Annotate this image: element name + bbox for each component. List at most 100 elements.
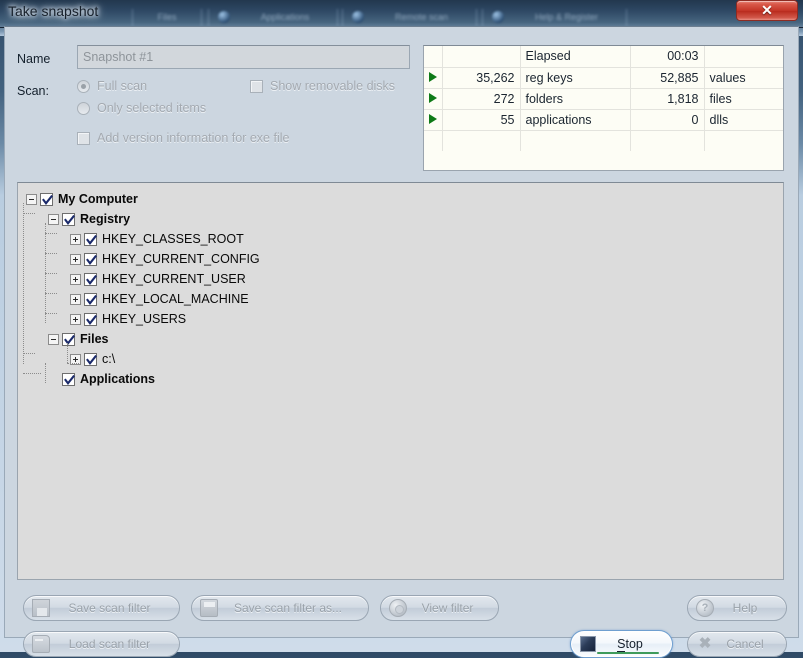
- expand-toggle-icon[interactable]: [70, 313, 81, 325]
- collapse-toggle-icon[interactable]: [48, 333, 59, 345]
- tree-item-checkbox[interactable]: [40, 192, 53, 206]
- expand-toggle-icon[interactable]: [70, 273, 81, 285]
- tree-item[interactable]: Registry: [26, 209, 783, 229]
- checkmark-icon: [86, 314, 97, 325]
- camera-icon: [389, 599, 407, 617]
- expand-toggle-icon[interactable]: [70, 253, 81, 265]
- tree-item-label: HKEY_CLASSES_ROOT: [102, 232, 244, 246]
- tree-item[interactable]: HKEY_LOCAL_MACHINE: [26, 289, 783, 309]
- tree-item-label: Files: [80, 332, 109, 346]
- floppy-disk-icon: [32, 599, 50, 617]
- statistics-row: Elapsed 00:03: [424, 46, 783, 68]
- expand-toggle-icon[interactable]: [70, 233, 81, 245]
- tree-item[interactable]: HKEY_CURRENT_USER: [26, 269, 783, 289]
- snapshot-name-input[interactable]: [77, 45, 410, 69]
- radio-full-scan[interactable]: Full scan: [77, 79, 147, 93]
- load-scan-filter-button[interactable]: Load scan filter: [23, 631, 180, 657]
- tree-item-checkbox[interactable]: [84, 272, 97, 286]
- tree-item-checkbox[interactable]: [62, 212, 75, 226]
- tree-item-label: HKEY_USERS: [102, 312, 187, 326]
- expand-toggle-icon[interactable]: [70, 293, 81, 305]
- cancel-label: Cancel: [726, 637, 764, 651]
- tree-item-checkbox[interactable]: [84, 252, 97, 266]
- row-label-1: applications: [520, 109, 631, 131]
- statistics-row: 272 folders 1,818 files: [424, 88, 783, 110]
- row-value-2: 0: [630, 109, 705, 131]
- collapse-toggle-icon[interactable]: [26, 193, 37, 205]
- checkbox-add-version-indicator: [77, 131, 90, 145]
- tree-item-checkbox[interactable]: [84, 352, 97, 366]
- radio-only-selected-label: Only selected items: [97, 101, 207, 115]
- tree-item-checkbox[interactable]: [62, 372, 75, 386]
- play-arrow-icon: [428, 71, 437, 82]
- question-mark-icon: ?: [696, 599, 714, 617]
- tree-item[interactable]: c:\: [26, 349, 783, 369]
- stop-button-text: Stop: [617, 637, 643, 652]
- folder-open-icon: [32, 635, 50, 653]
- row-arrow-cell: [424, 109, 443, 131]
- take-snapshot-dialog: Take snapshot ✕ Name Scan: Full scan Onl…: [0, 0, 803, 658]
- load-scan-filter-label: Load scan filter: [68, 637, 151, 651]
- view-filter-label: View filter: [421, 601, 474, 615]
- close-icon: ✕: [761, 2, 773, 18]
- row-value-1: [442, 46, 521, 68]
- tree-guide-vertical-files: [45, 363, 46, 383]
- checkmark-icon: [86, 254, 97, 265]
- cancel-button[interactable]: ✖ Cancel: [687, 631, 787, 657]
- checkmark-icon: [86, 354, 97, 365]
- checkmark-icon: [42, 194, 53, 205]
- tree-guide-h-hkey-4: [45, 313, 57, 314]
- tree-guide-h-hkey-0: [45, 233, 57, 234]
- radio-full-scan-label: Full scan: [97, 79, 148, 93]
- tree-item-checkbox[interactable]: [62, 332, 75, 346]
- row-label-1: reg keys: [520, 67, 631, 89]
- save-scan-filter-button[interactable]: Save scan filter: [23, 595, 180, 621]
- no-toggle-spacer: [48, 374, 59, 385]
- save-scan-filter-as-button[interactable]: Save scan filter as...: [191, 595, 369, 621]
- title-bar: Take snapshot ✕: [0, 0, 803, 26]
- tree-item[interactable]: HKEY_CLASSES_ROOT: [26, 229, 783, 249]
- checkbox-show-removable-indicator: [250, 79, 263, 93]
- scan-scope-tree[interactable]: My Computer Registry HKEY_CLASSES_ROOT HKEY…: [17, 182, 784, 580]
- row-arrow-cell: [424, 46, 443, 68]
- tree-item[interactable]: Files: [26, 329, 783, 349]
- tree-item[interactable]: HKEY_CURRENT_CONFIG: [26, 249, 783, 269]
- tree-item-label: My Computer: [58, 192, 138, 206]
- collapse-toggle-icon[interactable]: [48, 213, 59, 225]
- close-button[interactable]: ✕: [736, 0, 798, 21]
- tree-guide-h-applications: [23, 373, 41, 374]
- row-label-1: Elapsed: [520, 46, 631, 68]
- tree-guide-h-files: [23, 353, 35, 354]
- radio-only-selected-items[interactable]: Only selected items: [77, 101, 206, 115]
- radio-only-selected-indicator: [77, 101, 90, 115]
- tree-guide-h-cdrive: [67, 363, 79, 364]
- statistics-row: 55 applications 0 dlls: [424, 109, 783, 131]
- statistics-row: 35,262 reg keys 52,885 values: [424, 67, 783, 89]
- tree-item-checkbox[interactable]: [84, 292, 97, 306]
- stop-progress-underline: [597, 652, 659, 654]
- name-label: Name: [17, 52, 51, 66]
- checkbox-add-version-info[interactable]: Add version information for exe file: [77, 131, 289, 145]
- tree-item[interactable]: HKEY_USERS: [26, 309, 783, 329]
- tree-guide-vertical-filesc: [67, 343, 68, 363]
- statistics-grid: Elapsed 00:03 35,262 reg keys 52,885 values 27…: [424, 46, 783, 151]
- row-arrow-cell: [424, 67, 443, 89]
- help-button[interactable]: ? Help: [687, 595, 787, 621]
- play-arrow-icon: [428, 113, 437, 124]
- checkmark-icon: [64, 374, 75, 385]
- stop-button[interactable]: Stop: [570, 630, 673, 658]
- radio-full-scan-indicator: [77, 79, 90, 93]
- play-arrow-icon: [428, 92, 437, 103]
- checkmark-icon: [86, 274, 97, 285]
- scan-label: Scan:: [17, 84, 49, 98]
- tree-item-checkbox[interactable]: [84, 312, 97, 326]
- help-label: Help: [732, 601, 758, 615]
- row-value-2: [630, 130, 705, 151]
- tree-item-checkbox[interactable]: [84, 232, 97, 246]
- tree-item[interactable]: Applications: [26, 369, 783, 389]
- tree-item[interactable]: My Computer: [26, 189, 783, 209]
- view-filter-button[interactable]: View filter: [380, 595, 499, 621]
- tree-item-label: Applications: [80, 372, 156, 386]
- tree-guide-h-registry: [23, 213, 35, 214]
- checkbox-show-removable-disks[interactable]: Show removable disks: [250, 79, 395, 93]
